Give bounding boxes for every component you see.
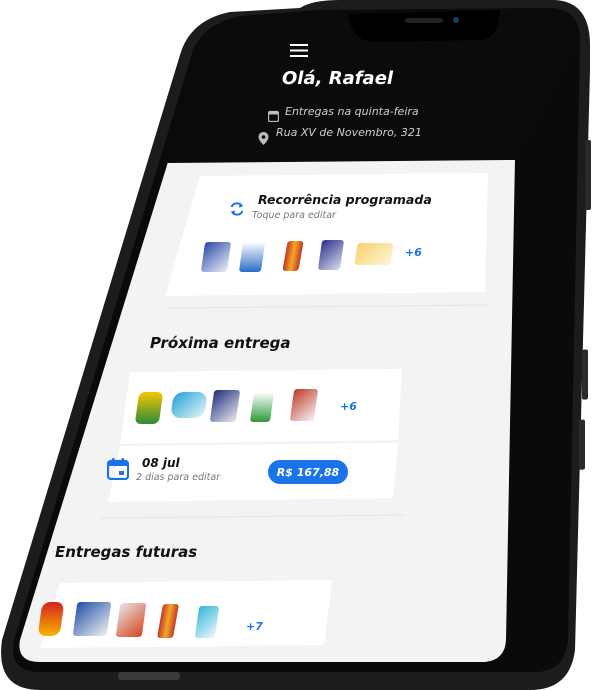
product-thumb — [115, 603, 147, 637]
next-delivery-more-count[interactable]: +6 — [340, 400, 357, 413]
product-thumb — [209, 390, 241, 422]
product-thumb — [72, 602, 112, 636]
next-delivery-heading: Próxima entrega — [150, 334, 291, 352]
calendar-icon — [267, 107, 280, 123]
product-thumb — [238, 242, 266, 272]
calendar-icon — [106, 458, 130, 481]
product-thumb — [134, 392, 164, 424]
next-delivery-edit-note: 2 dias para editar — [136, 472, 221, 483]
recurrence-title: Recorrência programada — [258, 192, 432, 207]
product-thumb — [354, 243, 394, 265]
next-delivery-date: 08 jul — [142, 456, 180, 470]
refresh-icon — [229, 201, 245, 217]
future-deliveries-heading: Entregas futuras — [55, 543, 198, 561]
greeting-title: Olá, Rafael — [282, 68, 394, 89]
address-text: Rua XV de Novembro, 321 — [276, 126, 422, 139]
next-delivery-price-badge[interactable]: R$ 167,88 — [268, 460, 348, 484]
product-thumb — [317, 240, 345, 270]
delivery-day-text: Entregas na quinta-feira — [285, 105, 419, 118]
phone-frame — [1, 0, 591, 690]
product-thumb — [249, 392, 275, 422]
future-more-count[interactable]: +7 — [246, 620, 263, 633]
recurrence-more-count[interactable]: +6 — [405, 246, 422, 259]
menu-icon[interactable] — [290, 42, 308, 57]
product-thumb — [289, 389, 319, 421]
product-thumb — [200, 242, 232, 272]
recurrence-subtitle: Toque para editar — [252, 210, 336, 221]
location-pin-icon — [258, 130, 269, 145]
phone-device: Olá, Rafael Entregas na quinta-feira Rua… — [0, 0, 594, 690]
product-thumb — [170, 392, 208, 418]
